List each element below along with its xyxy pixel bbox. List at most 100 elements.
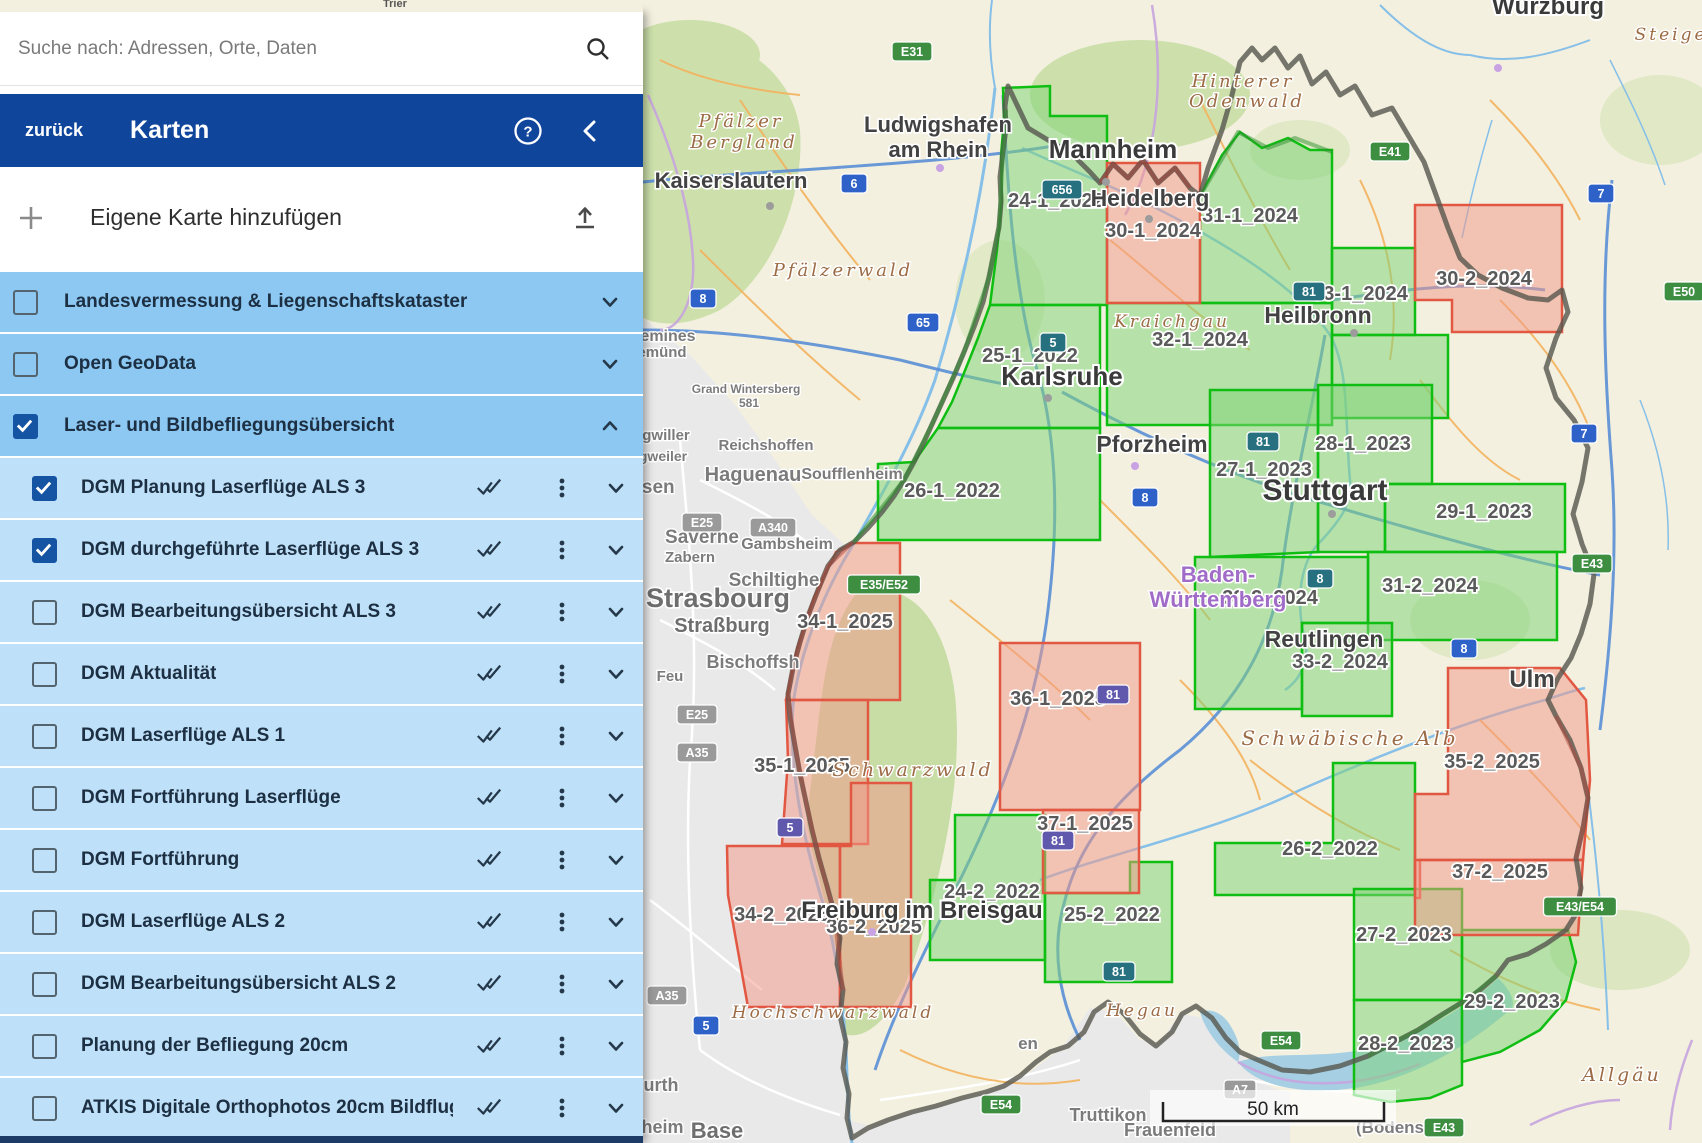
double-check-icon[interactable] xyxy=(475,970,503,998)
double-check-icon[interactable] xyxy=(475,660,503,688)
layer-row[interactable]: DGM Bearbeitungsübersicht ALS 2 xyxy=(0,952,643,1014)
layer-section-row[interactable]: Laser- und Bildbefliegungsübersicht xyxy=(0,394,643,456)
plus-icon[interactable] xyxy=(16,203,46,233)
chevron-down-icon[interactable] xyxy=(602,846,630,874)
place-label: Zabern xyxy=(665,549,715,566)
city-dot xyxy=(1102,178,1110,186)
map-top-strip-label: Trier xyxy=(383,0,407,10)
chevron-down-icon[interactable] xyxy=(602,1094,630,1122)
double-check-icon[interactable] xyxy=(475,1094,503,1122)
double-check-icon[interactable] xyxy=(475,722,503,750)
chevron-up-icon[interactable] xyxy=(596,412,624,440)
double-check-icon[interactable] xyxy=(475,908,503,936)
chevron-down-icon[interactable] xyxy=(602,1032,630,1060)
layer-row[interactable]: DGM Planung Laserflüge ALS 3 xyxy=(0,456,643,518)
search-icon[interactable] xyxy=(585,36,611,62)
layer-row[interactable]: DGM Fortführung Laserflüge xyxy=(0,766,643,828)
chevron-down-icon[interactable] xyxy=(602,474,630,502)
flight-block-label: 35-2_2025 xyxy=(1444,751,1540,773)
flight-block-label: 29-2_2023 xyxy=(1464,991,1560,1013)
place-label: Base xyxy=(691,1118,744,1143)
place-label: am Rhein xyxy=(888,137,987,162)
section-label: Laser- und Bildbefliegungsübersicht xyxy=(64,415,394,437)
chevron-down-icon[interactable] xyxy=(602,536,630,564)
layer-section-row[interactable]: Landesvermessung & Liegenschaftskataster xyxy=(0,270,643,332)
kebab-menu-icon[interactable] xyxy=(548,784,576,812)
layer-checkbox[interactable] xyxy=(32,848,57,873)
city-dot xyxy=(1044,394,1052,402)
road-shield-label: 81 xyxy=(1256,435,1270,449)
flight-block-label: 28-2_2023 xyxy=(1358,1033,1454,1055)
chevron-down-icon[interactable] xyxy=(602,598,630,626)
chevron-down-icon[interactable] xyxy=(602,784,630,812)
flight-block-label: 30-1_2024 xyxy=(1105,220,1202,242)
layer-section-row[interactable]: Open GeoData xyxy=(0,332,643,394)
layer-checkbox[interactable] xyxy=(32,910,57,935)
help-icon[interactable]: ? xyxy=(513,116,543,146)
double-check-icon[interactable] xyxy=(475,784,503,812)
place-label: Freiburg im Breisgau xyxy=(801,897,1042,924)
layer-row[interactable]: DGM Aktualität xyxy=(0,642,643,704)
flight-block-label: 28-1_2023 xyxy=(1315,433,1411,455)
chevron-down-icon[interactable] xyxy=(602,908,630,936)
map-canvas[interactable]: 24-1_202225-1_202226-1_202231-1_202433-1… xyxy=(643,0,1702,1143)
layer-row[interactable]: DGM Laserflüge ALS 2 xyxy=(0,890,643,952)
layer-row[interactable]: DGM Laserflüge ALS 1 xyxy=(0,704,643,766)
section-checkbox[interactable] xyxy=(13,352,38,377)
road-shield-label: 5 xyxy=(1050,336,1057,350)
place-label: Heilbronn xyxy=(1264,302,1371,328)
layer-checkbox[interactable] xyxy=(32,538,57,563)
double-check-icon[interactable] xyxy=(475,474,503,502)
kebab-menu-icon[interactable] xyxy=(548,598,576,626)
back-button[interactable]: zurück xyxy=(25,120,83,141)
chevron-down-icon[interactable] xyxy=(602,970,630,998)
kebab-menu-icon[interactable] xyxy=(548,970,576,998)
road-shield-label: E41 xyxy=(1379,145,1401,159)
section-checkbox[interactable] xyxy=(13,414,38,439)
road-shield-label: E54 xyxy=(990,1098,1012,1112)
kebab-menu-icon[interactable] xyxy=(548,846,576,874)
layer-row[interactable]: Planung der Befliegung 20cm xyxy=(0,1014,643,1076)
collapse-panel-icon[interactable] xyxy=(579,118,601,144)
region-label: Kraichgau xyxy=(1113,312,1230,332)
place-label: Soufflenheim xyxy=(801,466,902,483)
layer-checkbox[interactable] xyxy=(32,1096,57,1121)
road-shield-label: E43 xyxy=(1433,1121,1455,1135)
kebab-menu-icon[interactable] xyxy=(548,1032,576,1060)
geoportal-app: { "app": { "top_strip_label": "Trier", "… xyxy=(0,0,1702,1143)
layer-checkbox[interactable] xyxy=(32,1034,57,1059)
add-own-map-row[interactable]: Eigene Karte hinzufügen xyxy=(0,167,643,268)
layer-checkbox[interactable] xyxy=(32,786,57,811)
kebab-menu-icon[interactable] xyxy=(548,536,576,564)
double-check-icon[interactable] xyxy=(475,598,503,626)
layer-checkbox[interactable] xyxy=(32,724,57,749)
flight-block-planned[interactable] xyxy=(1000,643,1140,810)
kebab-menu-icon[interactable] xyxy=(548,1094,576,1122)
kebab-menu-icon[interactable] xyxy=(548,660,576,688)
kebab-menu-icon[interactable] xyxy=(548,908,576,936)
chevron-down-icon[interactable] xyxy=(602,660,630,688)
double-check-icon[interactable] xyxy=(475,536,503,564)
chevron-down-icon[interactable] xyxy=(596,288,624,316)
section-checkbox[interactable] xyxy=(13,290,38,315)
layer-row[interactable]: ATKIS Digitale Orthophotos 20cm Bildflug… xyxy=(0,1076,643,1138)
double-check-icon[interactable] xyxy=(475,846,503,874)
double-check-icon[interactable] xyxy=(475,1032,503,1060)
flight-block-planned[interactable] xyxy=(840,783,911,1007)
section-label: Landesvermessung & Liegenschaftskataster xyxy=(64,291,467,313)
layer-checkbox[interactable] xyxy=(32,600,57,625)
layer-checkbox[interactable] xyxy=(32,476,57,501)
upload-icon[interactable] xyxy=(571,204,599,232)
kebab-menu-icon[interactable] xyxy=(548,722,576,750)
layer-row[interactable]: DGM Bearbeitungsübersicht ALS 3 xyxy=(0,580,643,642)
kebab-menu-icon[interactable] xyxy=(548,474,576,502)
chevron-down-icon[interactable] xyxy=(596,350,624,378)
place-label: Schiltighe xyxy=(729,570,820,591)
city-dot xyxy=(1328,510,1336,518)
chevron-down-icon[interactable] xyxy=(602,722,630,750)
layer-row[interactable]: DGM durchgeführte Laserflüge ALS 3 xyxy=(0,518,643,580)
search-input[interactable] xyxy=(16,37,577,61)
layer-row[interactable]: DGM Fortführung xyxy=(0,828,643,890)
layer-checkbox[interactable] xyxy=(32,662,57,687)
layer-checkbox[interactable] xyxy=(32,972,57,997)
